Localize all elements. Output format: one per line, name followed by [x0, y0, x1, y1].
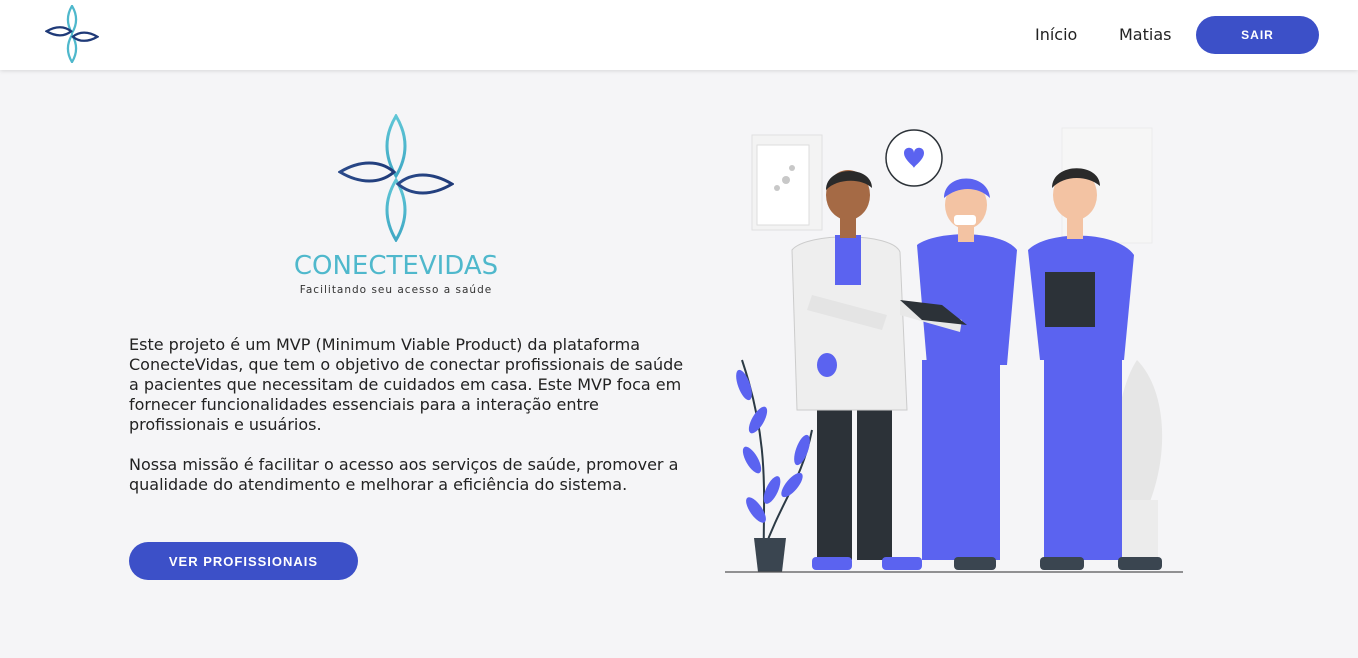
conectevidas-logo-icon[interactable]: [45, 5, 99, 63]
navbar: Início Matias SAIR: [0, 0, 1358, 70]
healthcare-team-illustration: [725, 127, 1183, 573]
conectevidas-brand-logo-icon: [338, 114, 454, 242]
mission-paragraph: Nossa missão é facilitar o acesso aos se…: [129, 455, 679, 494]
nav-link-inicio[interactable]: Início: [1035, 25, 1077, 44]
intro-paragraph: Este projeto é um MVP (Minimum Viable Pr…: [129, 335, 684, 434]
view-professionals-button[interactable]: VER PROFISSIONAIS: [129, 542, 358, 580]
brand-name: CONECTEVIDAS: [293, 251, 499, 281]
nav-link-user-profile[interactable]: Matias: [1119, 25, 1171, 44]
brand-tagline: Facilitando seu acesso a saúde: [299, 284, 493, 296]
logout-button[interactable]: SAIR: [1196, 16, 1319, 54]
